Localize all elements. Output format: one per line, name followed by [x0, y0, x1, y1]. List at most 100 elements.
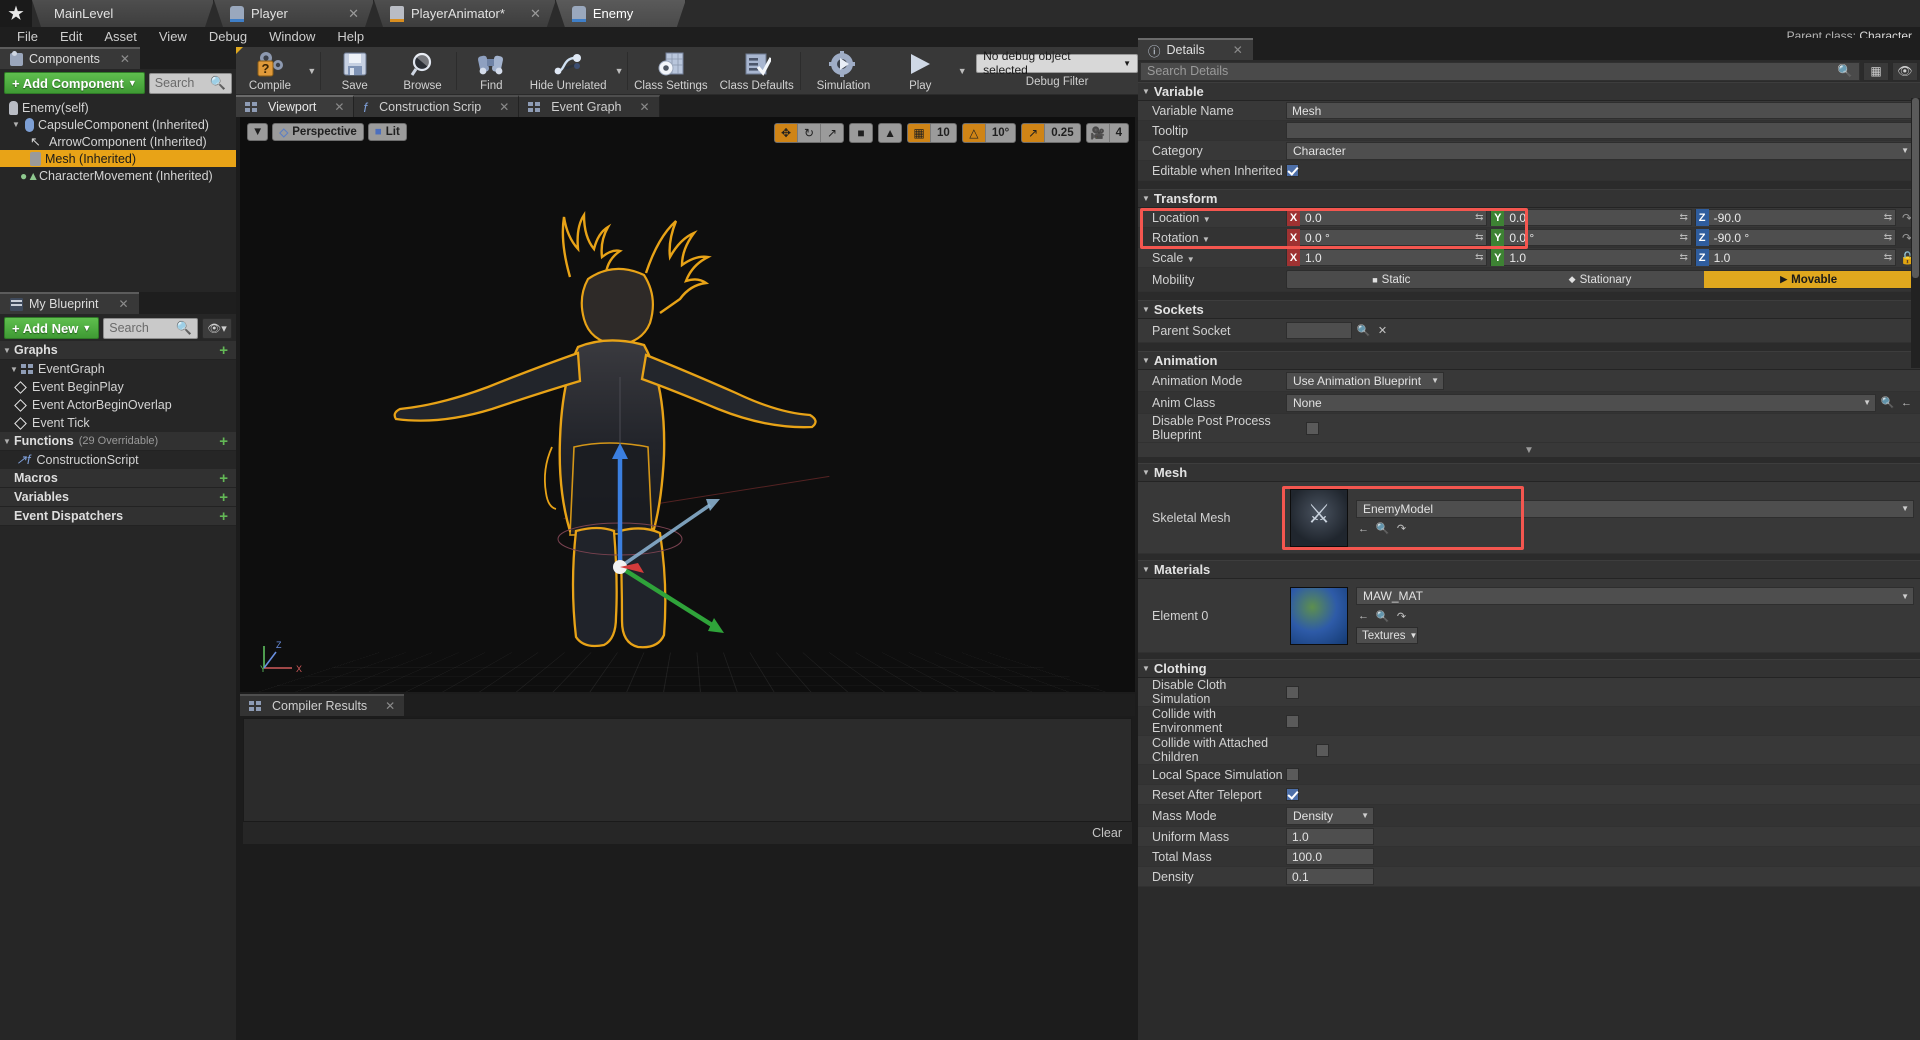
skeletal-mesh-dropdown[interactable]: EnemyModel ▼: [1356, 499, 1914, 518]
myblueprint-search-input[interactable]: Search 🔍: [103, 317, 198, 339]
menu-file[interactable]: File: [6, 27, 49, 47]
add-variable-button[interactable]: +: [219, 489, 228, 506]
lighting-mode-button[interactable]: ■ Lit: [367, 123, 407, 141]
material-reset-icon[interactable]: ↷: [1394, 609, 1409, 623]
toolbar-hide-unrelated-button[interactable]: Hide Unrelated: [525, 47, 611, 95]
toolbar-find-button[interactable]: Find: [457, 47, 525, 95]
category-mesh[interactable]: ▼ Mesh: [1138, 463, 1920, 482]
grid-snap-icon[interactable]: ▦: [908, 124, 931, 142]
close-icon[interactable]: ✕: [118, 297, 128, 311]
toolbar-save-button[interactable]: Save: [321, 47, 389, 95]
anim-class-dropdown[interactable]: None ▼: [1286, 393, 1876, 412]
graph-item-event-actorbeginoverlap[interactable]: Event ActorBeginOverlap: [0, 396, 236, 414]
menu-debug[interactable]: Debug: [198, 27, 258, 47]
component-row-mesh[interactable]: Mesh (Inherited): [0, 150, 236, 167]
variable-name-field[interactable]: Mesh: [1286, 102, 1914, 119]
tab-mainlevel[interactable]: MainLevel: [32, 0, 214, 27]
category-variable[interactable]: ▼ Variable: [1138, 82, 1920, 101]
tab-my-blueprint[interactable]: My Blueprint ✕: [0, 292, 139, 314]
location-x[interactable]: X 0.0 ⇆: [1286, 209, 1488, 226]
details-search-input[interactable]: Search Details 🔍: [1140, 61, 1860, 81]
property-label[interactable]: Location ▼: [1138, 211, 1286, 225]
section-event-dispatchers[interactable]: Event Dispatchers +: [0, 507, 236, 526]
section-functions[interactable]: ▼ Functions (29 Overridable) +: [0, 432, 236, 451]
scrollbar-thumb[interactable]: [1912, 98, 1919, 278]
location-z[interactable]: Z -90.0 ⇆: [1694, 209, 1896, 226]
tab-construction-script[interactable]: f Construction Scrip ✕: [354, 95, 520, 117]
toolbar-simulation-button[interactable]: Simulation: [801, 47, 887, 95]
uniform-mass-field[interactable]: 1.0: [1286, 828, 1374, 845]
tooltip-field[interactable]: [1286, 122, 1914, 139]
close-icon[interactable]: ✕: [1233, 43, 1243, 57]
expand-arrow-icon[interactable]: ▼: [1142, 468, 1150, 477]
translate-gizmo-icon[interactable]: ✥: [775, 124, 798, 142]
mobility-static[interactable]: ■ Static: [1287, 271, 1496, 288]
add-function-button[interactable]: +: [219, 433, 228, 450]
spinner-icon[interactable]: ⇆: [1472, 212, 1486, 223]
expand-arrow-icon[interactable]: ▼: [1142, 356, 1150, 365]
play-options-caret[interactable]: ▼: [954, 47, 970, 95]
socket-browse-icon[interactable]: 🔍: [1356, 324, 1371, 338]
collide-with-attached-children-checkbox[interactable]: [1316, 743, 1329, 757]
material-dropdown[interactable]: MAW_MAT ▼: [1356, 587, 1914, 605]
angle-snap-icon[interactable]: △: [962, 124, 985, 142]
camera-icon[interactable]: 🎥: [1087, 124, 1109, 142]
tab-compiler-results[interactable]: Compiler Results ✕: [240, 694, 405, 716]
myblueprint-options-button[interactable]: 👁▾: [202, 317, 232, 339]
clear-button[interactable]: Clear: [1092, 826, 1122, 840]
expand-arrow-icon[interactable]: ▼: [10, 365, 21, 374]
toolbar-class-settings-button[interactable]: Class Settings: [628, 47, 714, 95]
graph-item-event-tick[interactable]: Event Tick: [0, 414, 236, 432]
tab-components[interactable]: Components ✕: [0, 47, 140, 69]
local-space-simulation-checkbox[interactable]: [1286, 768, 1299, 781]
component-row-charactermovement[interactable]: ●▲ CharacterMovement (Inherited): [0, 167, 236, 184]
anim-class-browse-icon[interactable]: 🔍: [1880, 396, 1895, 410]
tab-close-icon[interactable]: ✕: [512, 6, 541, 22]
mobility-movable[interactable]: ▶ Movable: [1704, 271, 1913, 288]
section-graphs[interactable]: ▼ Graphs +: [0, 341, 236, 360]
animation-mode-dropdown[interactable]: Use Animation Blueprint ▼: [1286, 371, 1444, 390]
material-use-selected-icon[interactable]: ←: [1356, 609, 1371, 623]
viewport-3d[interactable]: ▼ ◇ Perspective ■ Lit ✥ ↻ ↗ ■ ▲ ▦ 10 △ 1…: [240, 117, 1135, 692]
density-field[interactable]: 0.1: [1286, 868, 1374, 885]
rotation-z[interactable]: Z -90.0 ° ⇆: [1694, 229, 1896, 246]
category-sockets[interactable]: ▼ Sockets: [1138, 300, 1920, 319]
view-mode-button[interactable]: ◇ Perspective: [272, 123, 364, 141]
viewport-options-button[interactable]: ▼: [247, 123, 269, 141]
world-cube-icon[interactable]: ■: [850, 124, 872, 142]
location-y[interactable]: Y 0.0 ⇆: [1490, 209, 1692, 226]
category-materials[interactable]: ▼ Materials: [1138, 560, 1920, 579]
expand-arrow-icon[interactable]: ▼: [12, 120, 23, 129]
property-label[interactable]: Scale ▼: [1138, 251, 1286, 265]
section-variables[interactable]: Variables +: [0, 488, 236, 507]
rotate-gizmo-icon[interactable]: ↻: [798, 124, 820, 142]
add-macro-button[interactable]: +: [219, 470, 228, 487]
mobility-stationary[interactable]: ◆ Stationary: [1495, 271, 1705, 288]
spinner-icon[interactable]: ⇆: [1677, 252, 1691, 263]
spinner-icon[interactable]: ⇆: [1677, 232, 1691, 243]
reset-after-teleport-checkbox[interactable]: [1286, 788, 1299, 801]
editable-when-inherited-checkbox[interactable]: [1286, 164, 1299, 177]
details-columns-button[interactable]: ▦: [1863, 61, 1889, 81]
tab-event-graph[interactable]: Event Graph ✕: [519, 95, 660, 117]
details-visibility-button[interactable]: 👁: [1892, 61, 1918, 81]
add-component-button[interactable]: + Add Component ▼: [4, 72, 145, 94]
tab-details[interactable]: ⓘ Details ✕: [1138, 38, 1253, 60]
toolbar-class-defaults-button[interactable]: Class Defaults: [714, 47, 800, 95]
textures-button[interactable]: Textures ▼: [1356, 627, 1418, 644]
toolbar-compile-button[interactable]: ? Compile: [236, 46, 304, 95]
graph-item-eventgraph[interactable]: ▼ EventGraph: [0, 360, 236, 378]
tab-playeranimator[interactable]: PlayerAnimator* ✕: [374, 0, 556, 27]
skeletal-mesh-thumbnail[interactable]: ⚔: [1290, 488, 1348, 547]
close-icon[interactable]: ✕: [385, 699, 395, 713]
compile-options-caret[interactable]: ▼: [304, 47, 320, 95]
angle-snap-value[interactable]: 10°: [986, 124, 1015, 142]
disable-cloth-simulation-checkbox[interactable]: [1286, 685, 1299, 699]
expand-arrow-icon[interactable]: ▼: [1142, 305, 1150, 314]
scale-x[interactable]: X 1.0 ⇆: [1286, 249, 1488, 266]
skeletal-mesh-preview[interactable]: [320, 147, 890, 657]
details-scrollbar[interactable]: [1911, 98, 1920, 368]
mass-mode-dropdown[interactable]: Density ▼: [1286, 806, 1374, 825]
spinner-icon[interactable]: ⇆: [1472, 252, 1486, 263]
components-search-input[interactable]: Search 🔍: [148, 72, 232, 94]
